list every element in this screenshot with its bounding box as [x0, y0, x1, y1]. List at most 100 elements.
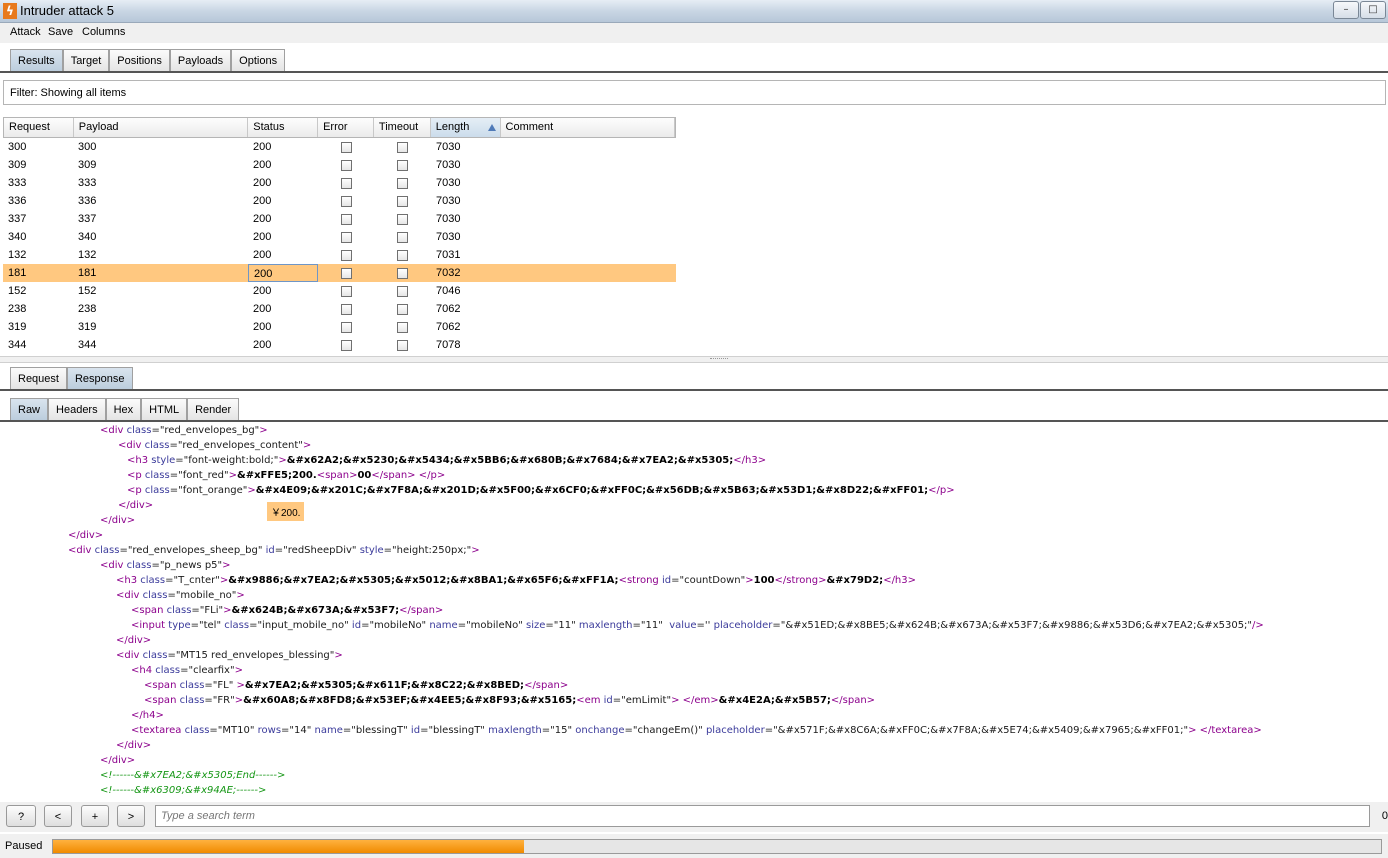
comment-cell: [501, 210, 676, 228]
error-checkbox[interactable]: [340, 196, 352, 207]
col-request[interactable]: Request: [4, 118, 74, 137]
status-cell: 200: [248, 264, 318, 282]
length-cell: 7030: [436, 195, 461, 207]
table-row[interactable]: 132 132 200 7031: [3, 246, 676, 264]
timeout-checkbox[interactable]: [397, 340, 408, 351]
code-line: <span class="FLi">&#x624B;&#x673A;&#x53F…: [131, 605, 443, 616]
menu-columns[interactable]: Columns: [82, 26, 125, 38]
payload-cell: 132: [78, 249, 97, 261]
timeout-checkbox[interactable]: [397, 214, 408, 225]
help-button[interactable]: ?: [6, 805, 36, 827]
splitter-grip-icon[interactable]: [710, 358, 728, 361]
length-cell: 7046: [436, 285, 461, 297]
next-match-button[interactable]: >: [117, 805, 145, 827]
response-raw-view[interactable]: <div class="red_envelopes_bg"> <div class…: [1, 424, 1386, 800]
timeout-checkbox[interactable]: [397, 232, 408, 243]
timeout-checkbox[interactable]: [397, 322, 408, 333]
table-row[interactable]: 344 344 200 7078: [3, 336, 676, 354]
table-row[interactable]: 300 300 200 7030: [3, 138, 676, 156]
tab-render[interactable]: Render: [187, 398, 240, 420]
tab-raw[interactable]: Raw: [10, 398, 49, 420]
attack-progress-bar: [52, 839, 1382, 854]
tab-positions[interactable]: Positions: [109, 49, 170, 71]
timeout-checkbox[interactable]: [397, 304, 408, 315]
timeout-checkbox-cell: [374, 246, 431, 264]
payload-cell: 238: [78, 303, 97, 315]
col-length[interactable]: Length: [430, 118, 501, 137]
error-checkbox[interactable]: [340, 250, 352, 261]
code-token: ="red_envelopes_content": [169, 440, 303, 451]
tab-results[interactable]: Results: [10, 49, 63, 71]
code-token: ="MT10": [209, 725, 258, 736]
error-checkbox[interactable]: [340, 214, 352, 225]
code-line: <div class="MT15 red_envelopes_blessing"…: [116, 650, 343, 661]
col-timeout[interactable]: Timeout: [374, 118, 431, 137]
error-checkbox[interactable]: [340, 286, 352, 297]
minimize-button[interactable]: –: [1333, 1, 1359, 19]
options-button[interactable]: +: [81, 805, 109, 827]
error-checkbox[interactable]: [340, 232, 352, 243]
code-token: 00: [357, 470, 372, 481]
code-token: class: [224, 620, 250, 631]
timeout-checkbox[interactable]: [397, 196, 408, 207]
error-checkbox[interactable]: [340, 178, 352, 189]
code-token: </div>: [100, 755, 136, 766]
code-token: class: [179, 680, 205, 691]
tab-payloads[interactable]: Payloads: [169, 49, 232, 71]
code-token: &#xFFE5;200.: [237, 470, 317, 481]
error-checkbox[interactable]: [340, 322, 352, 333]
timeout-checkbox[interactable]: [397, 142, 408, 153]
error-checkbox[interactable]: [340, 160, 352, 171]
code-token: ="tel": [190, 620, 225, 631]
col-error[interactable]: Error: [318, 118, 374, 137]
timeout-checkbox[interactable]: [397, 160, 408, 171]
tab-response[interactable]: Response: [66, 367, 133, 389]
tab-request[interactable]: Request: [10, 367, 67, 389]
table-row[interactable]: 336 336 200 7030: [3, 192, 676, 210]
menu-save[interactable]: Save: [48, 26, 73, 38]
timeout-checkbox[interactable]: [397, 286, 408, 297]
error-checkbox[interactable]: [340, 268, 352, 279]
error-checkbox[interactable]: [340, 340, 352, 351]
table-row[interactable]: 340 340 200 7030: [3, 228, 676, 246]
col-status[interactable]: Status: [248, 118, 319, 137]
timeout-checkbox[interactable]: [397, 178, 408, 189]
tab-target[interactable]: Target: [62, 49, 110, 71]
status-cell: 200: [253, 231, 272, 243]
tab-options[interactable]: Options: [231, 49, 286, 71]
previous-match-button[interactable]: <: [44, 805, 72, 827]
col-payload[interactable]: Payload: [74, 118, 249, 137]
code-token: <!------&#x7EA2;&#x5305;End------>: [100, 770, 286, 781]
error-checkbox[interactable]: [340, 304, 352, 315]
code-token: <p: [127, 470, 145, 481]
code-token: name: [314, 725, 343, 736]
timeout-checkbox[interactable]: [397, 250, 408, 261]
table-row[interactable]: 319 319 200 7062: [3, 318, 676, 336]
table-row[interactable]: 309 309 200 7030: [3, 156, 676, 174]
table-row[interactable]: 181 181 200 7032: [3, 264, 676, 282]
error-checkbox[interactable]: [340, 142, 352, 153]
pane-splitter[interactable]: [0, 356, 1388, 363]
tab-headers[interactable]: Headers: [48, 398, 106, 420]
table-row[interactable]: 333 333 200 7030: [3, 174, 676, 192]
request-cell: 344: [8, 339, 27, 351]
code-token: class: [166, 605, 192, 616]
error-checkbox-cell: [318, 246, 374, 264]
tab-hex[interactable]: Hex: [105, 398, 142, 420]
table-row[interactable]: 337 337 200 7030: [3, 210, 676, 228]
code-token: type: [168, 620, 191, 631]
menu-attack[interactable]: Attack: [10, 26, 41, 38]
tab-html[interactable]: HTML: [141, 398, 188, 420]
length-cell: 7030: [436, 213, 461, 225]
maximize-button[interactable]: □: [1360, 1, 1386, 19]
table-row[interactable]: 238 238 200 7062: [3, 300, 676, 318]
code-token: ='': [696, 620, 714, 631]
table-row[interactable]: 152 152 200 7046: [3, 282, 676, 300]
timeout-checkbox[interactable]: [397, 268, 408, 279]
burp-app-icon: ϟ: [3, 3, 17, 19]
code-token: id: [603, 695, 613, 706]
comment-cell: [501, 138, 676, 156]
col-comment[interactable]: Comment: [501, 118, 676, 137]
search-input[interactable]: Type a search term: [155, 805, 1370, 827]
filter-bar[interactable]: Filter: Showing all items: [3, 80, 1386, 105]
